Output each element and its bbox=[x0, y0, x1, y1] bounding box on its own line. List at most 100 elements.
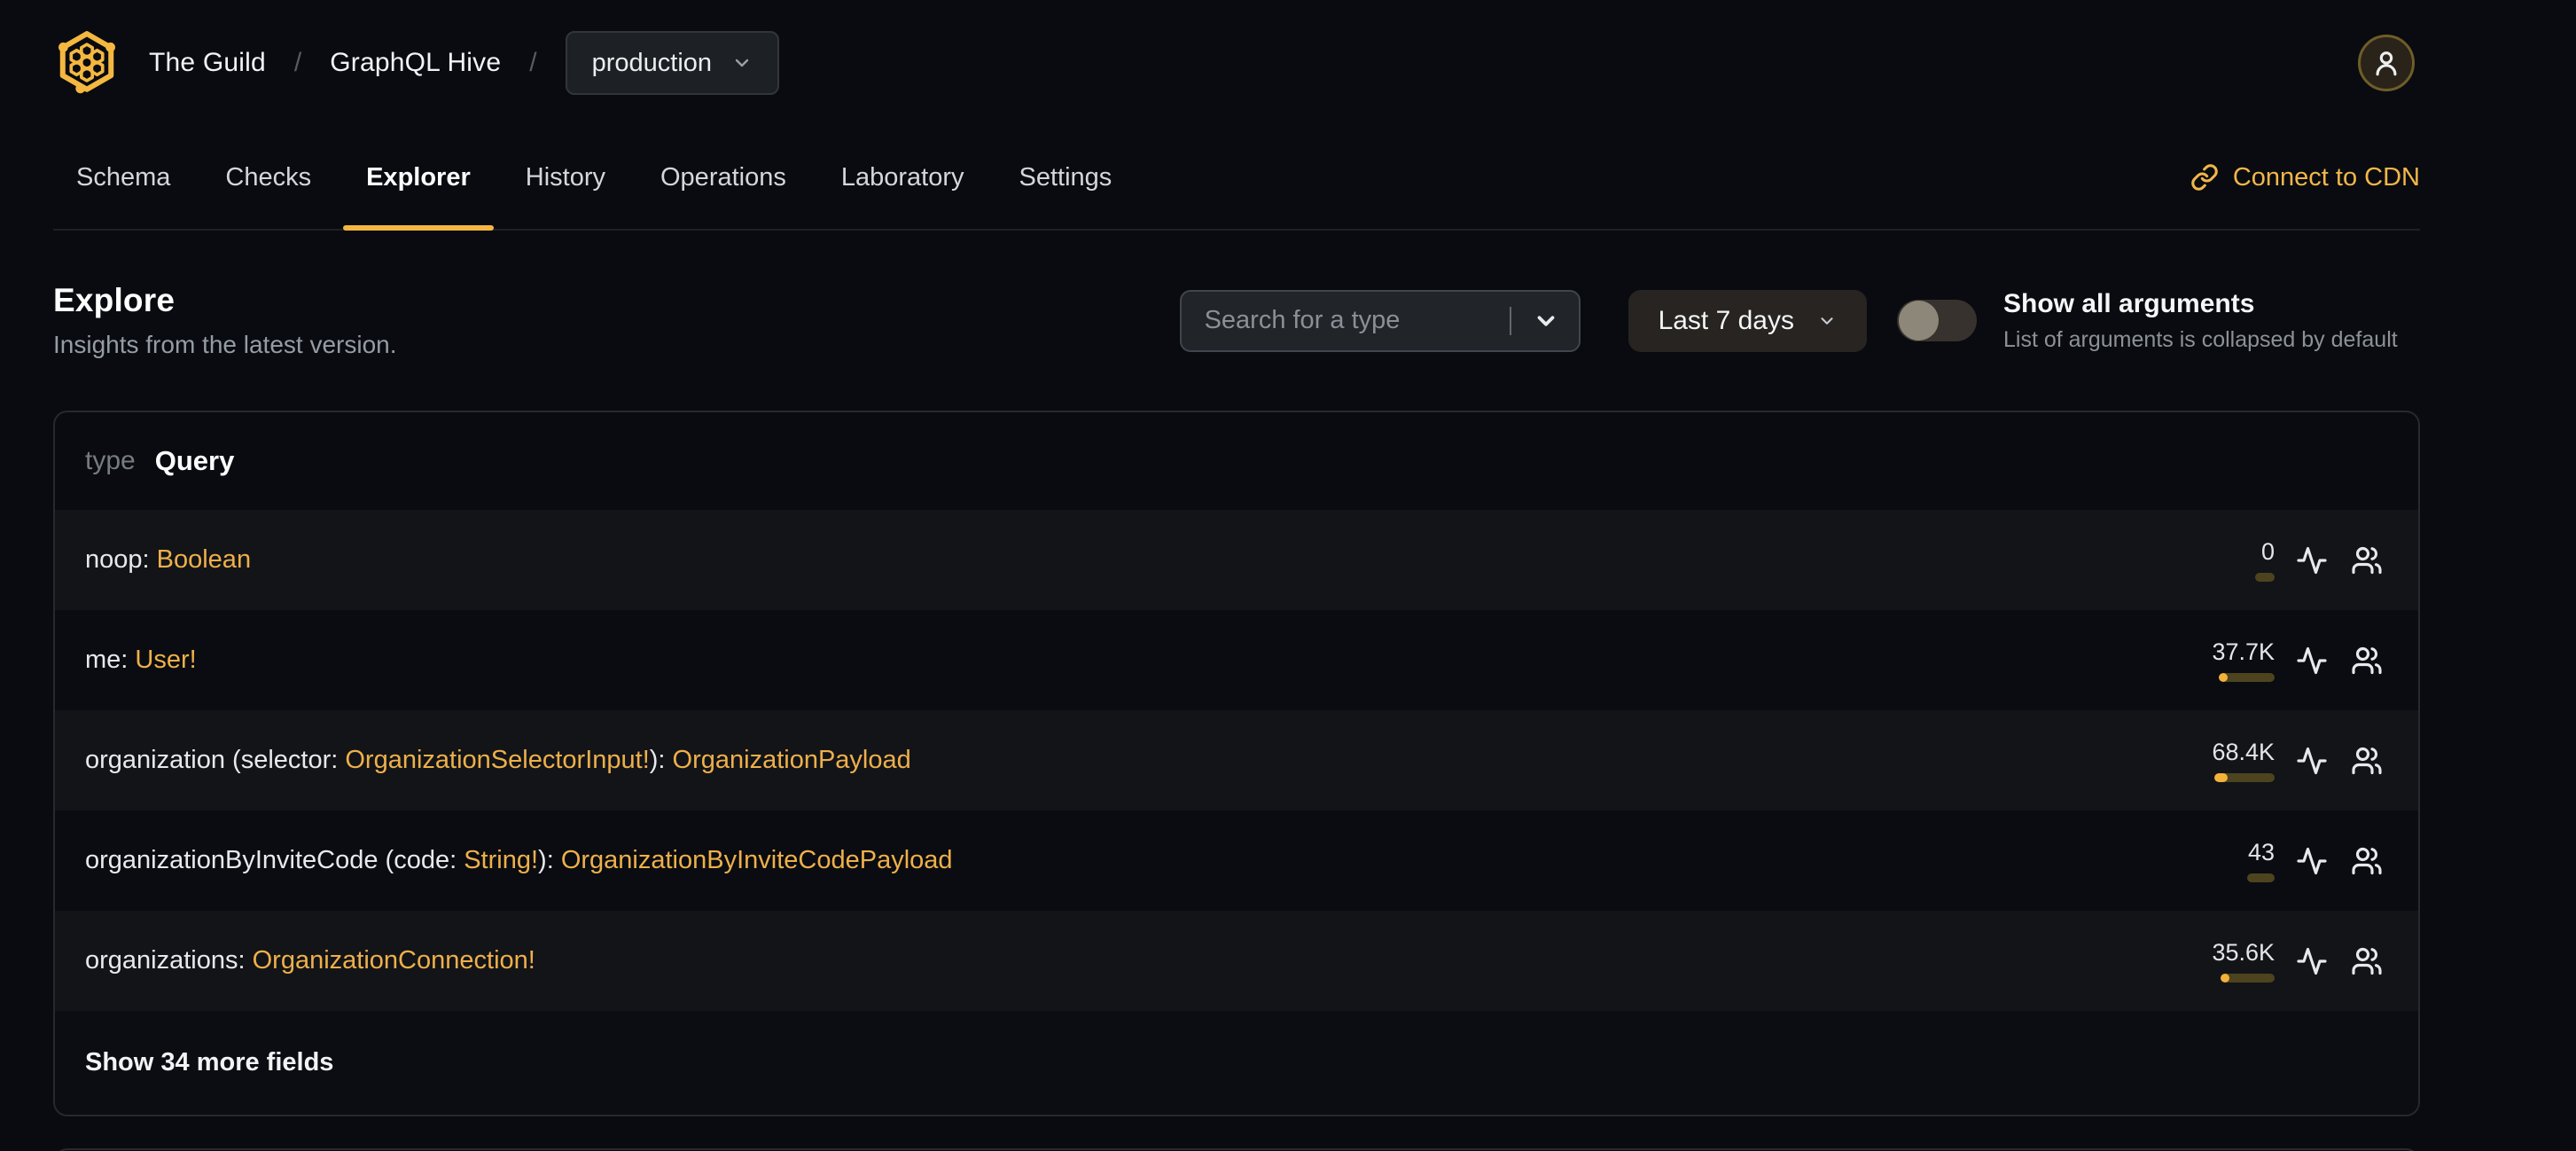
usage-bar-fill bbox=[2221, 974, 2229, 983]
chevron-down-icon[interactable] bbox=[1533, 308, 1559, 334]
field-text: noop: bbox=[85, 545, 157, 574]
users-icon[interactable] bbox=[2351, 745, 2383, 777]
activity-icon[interactable] bbox=[2296, 945, 2328, 977]
tab-history[interactable]: History bbox=[503, 126, 628, 229]
search-input[interactable] bbox=[1179, 289, 1581, 352]
nav-row: Schema Checks Explorer History Operations Lab… bbox=[53, 126, 2420, 231]
tab-settings[interactable]: Settings bbox=[996, 126, 1136, 229]
chevron-down-icon bbox=[1821, 317, 1833, 325]
field-signature: noop: Boolean bbox=[85, 545, 251, 575]
field-text: organization (selector: bbox=[85, 746, 346, 774]
type-link[interactable]: OrganizationByInviteCodePayload bbox=[561, 846, 953, 874]
activity-icon[interactable] bbox=[2296, 845, 2328, 877]
target-selector-value: production bbox=[591, 48, 713, 77]
page-title: Explore bbox=[53, 282, 176, 318]
users-icon[interactable] bbox=[2351, 845, 2383, 877]
activity-icon[interactable] bbox=[2296, 745, 2328, 777]
type-card-header: type Query bbox=[55, 412, 2418, 510]
usage-bar-fill bbox=[2219, 673, 2229, 682]
request-count: 0 bbox=[2159, 538, 2275, 582]
row-stats: 43 bbox=[2159, 839, 2383, 882]
request-count: 68.4K bbox=[2159, 739, 2275, 782]
request-count: 35.6K bbox=[2159, 939, 2275, 983]
field-signature: me: User! bbox=[85, 646, 197, 675]
type-link[interactable]: OrganizationConnection! bbox=[253, 946, 535, 975]
request-count-value: 68.4K bbox=[2212, 739, 2275, 765]
connect-to-cdn-label: Connect to CDN bbox=[2232, 162, 2420, 192]
page-head: Explore Insights from the latest version… bbox=[53, 282, 2420, 359]
period-value: Last 7 days bbox=[1658, 305, 1794, 335]
nav-tabs: Schema Checks Explorer History Operations Lab… bbox=[53, 126, 1136, 231]
request-count-value: 35.6K bbox=[2212, 939, 2275, 966]
table-row: organization (selector: OrganizationSele… bbox=[55, 710, 2418, 810]
combobox-divider bbox=[1509, 306, 1511, 335]
period-select-button[interactable]: Last 7 days bbox=[1628, 289, 1867, 352]
type-card-query: type Query noop: Boolean 0 me: User! 37.7K… bbox=[53, 411, 2420, 1116]
tab-operations[interactable]: Operations bbox=[637, 126, 809, 229]
toggle-labels: Show all arguments List of arguments is … bbox=[2003, 289, 2420, 353]
type-link[interactable]: String! bbox=[464, 846, 538, 874]
toggle-knob bbox=[1899, 301, 1939, 341]
tab-schema[interactable]: Schema bbox=[53, 126, 193, 229]
type-link[interactable]: OrganizationSelectorInput! bbox=[345, 746, 649, 774]
type-link[interactable]: Boolean bbox=[157, 545, 251, 574]
field-text: ): bbox=[538, 846, 561, 874]
field-text: organizationByInviteCode (code: bbox=[85, 846, 464, 874]
users-icon[interactable] bbox=[2351, 544, 2383, 576]
field-text: organizations: bbox=[85, 946, 253, 975]
request-count-value: 0 bbox=[2260, 538, 2275, 565]
link-icon bbox=[2191, 164, 2218, 191]
row-stats: 0 bbox=[2159, 538, 2383, 582]
field-signature: organizations: OrganizationConnection! bbox=[85, 946, 535, 975]
chevron-down-icon bbox=[735, 59, 749, 67]
type-link[interactable]: OrganizationPayload bbox=[673, 746, 911, 774]
breadcrumb: The Guild / GraphQL Hive / production bbox=[53, 27, 780, 98]
tab-laboratory[interactable]: Laboratory bbox=[818, 126, 987, 229]
show-more-fields-button[interactable]: Show 34 more fields bbox=[55, 1011, 2418, 1115]
users-icon[interactable] bbox=[2351, 945, 2383, 977]
tab-explorer[interactable]: Explorer bbox=[343, 126, 494, 231]
type-search-combobox bbox=[1179, 289, 1581, 352]
table-row: organizationByInviteCode (code: String!)… bbox=[55, 810, 2418, 911]
request-count: 37.7K bbox=[2159, 638, 2275, 682]
tab-checks[interactable]: Checks bbox=[202, 126, 334, 229]
table-row: organizations: OrganizationConnection! 35… bbox=[55, 911, 2418, 1011]
usage-bar bbox=[2247, 873, 2275, 882]
connect-to-cdn-link[interactable]: Connect to CDN bbox=[2190, 126, 2420, 229]
field-signature: organization (selector: OrganizationSele… bbox=[85, 746, 911, 775]
activity-icon[interactable] bbox=[2296, 645, 2328, 677]
toggle-help-text: List of arguments is collapsed by defaul… bbox=[2003, 326, 2398, 352]
page-subtitle: Insights from the latest version. bbox=[53, 331, 397, 358]
activity-icon[interactable] bbox=[2296, 544, 2328, 576]
breadcrumb-separator: / bbox=[529, 48, 537, 77]
field-signature: organizationByInviteCode (code: String!)… bbox=[85, 846, 953, 875]
row-stats: 37.7K bbox=[2159, 638, 2383, 682]
target-selector-button[interactable]: production bbox=[565, 31, 780, 95]
field-text: me: bbox=[85, 646, 136, 674]
usage-bar bbox=[2221, 974, 2275, 983]
breadcrumb-separator: / bbox=[293, 48, 302, 77]
explorer-controls: Last 7 days Show all arguments List of a… bbox=[1179, 289, 2420, 353]
request-count: 43 bbox=[2159, 839, 2275, 882]
page-title-block: Explore Insights from the latest version… bbox=[53, 282, 397, 359]
table-row: me: User! 37.7K bbox=[55, 610, 2418, 710]
show-all-arguments-toggle[interactable] bbox=[1897, 300, 1977, 341]
user-menu-button[interactable] bbox=[2358, 35, 2415, 91]
type-link[interactable]: User! bbox=[135, 646, 196, 674]
breadcrumb-org[interactable]: The Guild bbox=[149, 48, 266, 78]
row-stats: 35.6K bbox=[2159, 939, 2383, 983]
fields-list: noop: Boolean 0 me: User! 37.7K organizati… bbox=[55, 510, 2418, 1011]
type-kind-label: type bbox=[85, 446, 136, 475]
users-icon[interactable] bbox=[2351, 645, 2383, 677]
type-name[interactable]: Query bbox=[155, 445, 235, 477]
breadcrumb-project[interactable]: GraphQL Hive bbox=[330, 48, 501, 78]
toggle-label: Show all arguments bbox=[2003, 288, 2255, 318]
table-row: noop: Boolean 0 bbox=[55, 510, 2418, 610]
request-count-value: 43 bbox=[2247, 839, 2275, 865]
usage-bar bbox=[2219, 673, 2275, 682]
field-text: ): bbox=[649, 746, 673, 774]
hive-logo-icon bbox=[59, 31, 115, 94]
top-bar: The Guild / GraphQL Hive / production bbox=[53, 0, 2420, 126]
usage-bar-fill bbox=[2214, 773, 2228, 782]
request-count-value: 37.7K bbox=[2212, 638, 2275, 665]
